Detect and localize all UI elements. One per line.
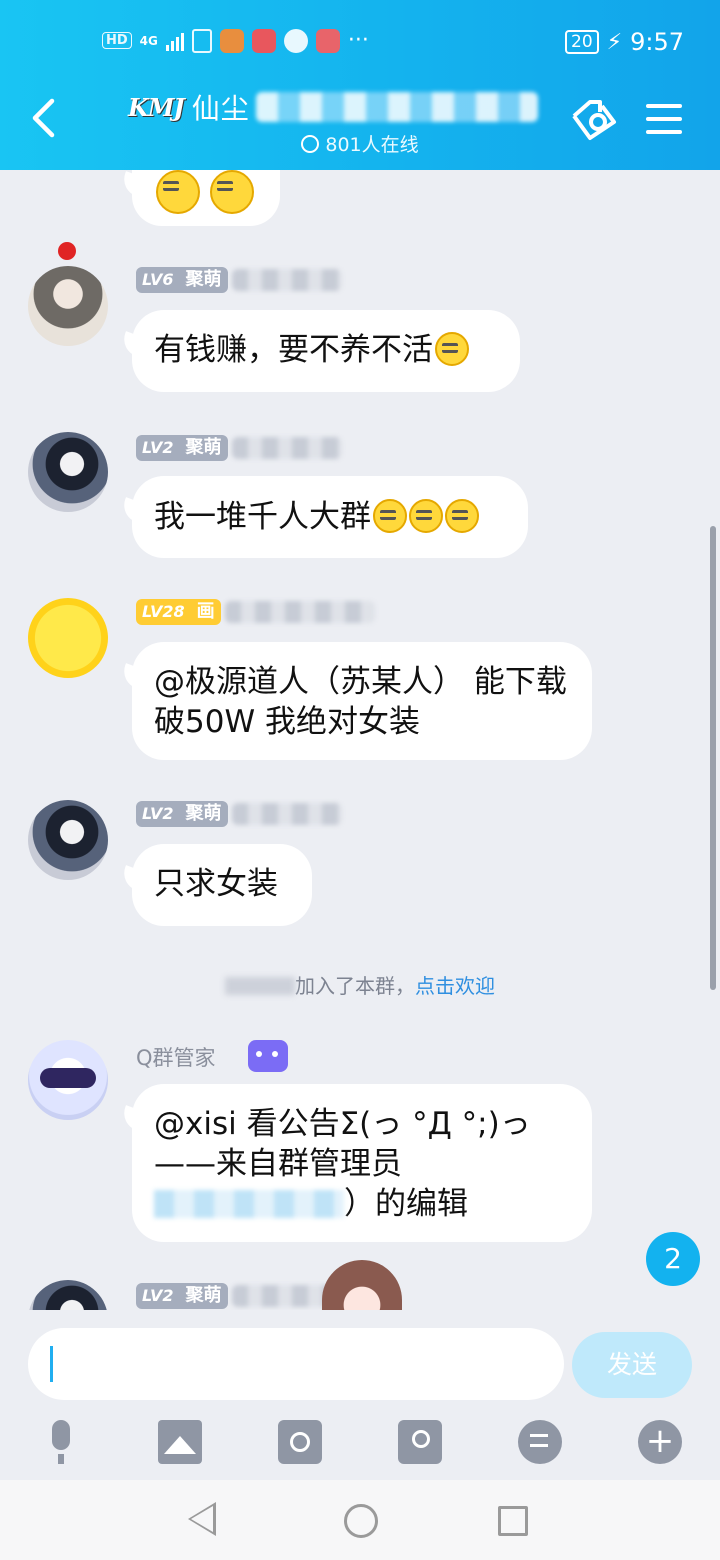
- red-packet-icon[interactable]: [398, 1420, 442, 1464]
- sender-name-row[interactable]: LV28 画: [136, 598, 375, 626]
- message-text: @极源道人（苏某人） 能下载破50W 我绝对女装: [154, 664, 567, 740]
- signal-icon: [165, 31, 184, 51]
- avatar[interactable]: [28, 266, 108, 346]
- book-icon: [315, 28, 340, 53]
- title-badge: 聚萌: [179, 1283, 228, 1309]
- crying-laugh-emoji: [435, 332, 469, 366]
- nickname-blurred: [224, 601, 375, 623]
- bot-avatar[interactable]: [28, 1040, 108, 1120]
- smug-emoji: [210, 170, 254, 214]
- group-logo: KMJ: [128, 92, 185, 122]
- plus-icon[interactable]: +: [638, 1420, 682, 1464]
- title-badge: 聚萌: [179, 435, 228, 461]
- message-bubble[interactable]: 有钱赚，要不养不活: [132, 310, 520, 392]
- message-text: 我一堆千人大群: [154, 499, 371, 535]
- title-badge: 聚萌: [179, 801, 228, 827]
- app-icon-orange: [219, 28, 244, 53]
- scrollbar[interactable]: [710, 526, 716, 990]
- composer-toolbar: +: [0, 1420, 720, 1464]
- composer: 发送 +: [0, 1310, 720, 1480]
- back-triangle-icon[interactable]: [188, 1502, 216, 1536]
- level-badge: LV2: [136, 1283, 180, 1309]
- message-list[interactable]: LV6 聚萌 有钱赚，要不养不活 LV2 聚萌 我一堆千人大群 LV28 画 @…: [0, 170, 720, 1310]
- text-caret: [50, 1346, 53, 1382]
- avatar[interactable]: [28, 598, 108, 678]
- image-icon[interactable]: [158, 1420, 202, 1464]
- camera-icon[interactable]: [278, 1420, 322, 1464]
- message-input[interactable]: [28, 1328, 564, 1400]
- status-time: 9:57: [630, 28, 684, 56]
- mic-icon[interactable]: [40, 1420, 84, 1464]
- sender-name-row[interactable]: LV2 聚萌: [136, 800, 342, 828]
- message-icon: [283, 28, 308, 53]
- unread-badge[interactable]: 2: [646, 1232, 700, 1286]
- sender-name-row[interactable]: LV6 聚萌: [136, 266, 342, 294]
- hd-badge: HD: [102, 32, 132, 49]
- message-bubble[interactable]: @xisi 看公告Σ(っ °Д °;)っ ——来自群管理员 ）的编辑: [132, 1084, 592, 1242]
- level-badge: LV2: [136, 801, 180, 827]
- level-badge: LV6: [136, 267, 180, 293]
- chat-header: HD 4G ··· 20 ⚡ 9:57 KMJ 仙尘 801人在线: [0, 0, 720, 170]
- message-line: ——来自群管理员: [154, 1146, 402, 1182]
- title-badge: 画: [190, 599, 221, 625]
- smug-emoji: [156, 170, 200, 214]
- smug-emoji: [373, 499, 407, 533]
- hourglass-icon: [191, 28, 212, 53]
- battery-icon: 20: [565, 30, 599, 54]
- recent-square-icon[interactable]: [498, 1506, 528, 1536]
- join-notice: 加入了本群，点击欢迎: [0, 970, 720, 999]
- nickname-blurred: [231, 269, 342, 291]
- avatar[interactable]: [28, 1280, 108, 1310]
- group-name-blurred: [255, 92, 538, 122]
- title-badge: 聚萌: [179, 267, 228, 293]
- smug-emoji: [445, 499, 479, 533]
- more-status-icon: ···: [347, 28, 369, 53]
- message-text: 只求女装: [154, 866, 278, 902]
- app-icon-red: [251, 28, 276, 53]
- sender-name[interactable]: Q群管家: [136, 1042, 216, 1072]
- link-icon[interactable]: [568, 98, 618, 142]
- home-circle-icon[interactable]: [344, 1504, 378, 1538]
- group-name: 仙尘: [191, 92, 250, 125]
- avatar[interactable]: [28, 432, 108, 512]
- status-bar: HD 4G ··· 20 ⚡ 9:57: [0, 28, 720, 58]
- robot-icon: [248, 1040, 288, 1072]
- level-badge: LV2: [136, 435, 180, 461]
- status-left: HD 4G ···: [102, 28, 369, 53]
- joined-user-blurred: [225, 977, 295, 995]
- message-text: 有钱赚，要不养不活: [154, 332, 433, 368]
- level-badge: LV28: [136, 599, 191, 625]
- admin-link-blurred[interactable]: [154, 1190, 344, 1218]
- charging-icon: ⚡: [606, 29, 623, 55]
- message-line: @xisi 看公告Σ(っ °Д °;)っ: [154, 1106, 531, 1142]
- welcome-link[interactable]: 点击欢迎: [415, 974, 495, 998]
- message-bubble[interactable]: 我一堆千人大群: [132, 476, 528, 558]
- message-line: ）的编辑: [154, 1184, 570, 1224]
- nickname-blurred: [231, 437, 342, 459]
- system-nav-bar: [0, 1480, 720, 1560]
- message-bubble[interactable]: 只求女装: [132, 844, 312, 926]
- network-type: 4G: [139, 33, 158, 48]
- send-button[interactable]: 发送: [572, 1332, 692, 1398]
- sender-name-row[interactable]: LV2 聚萌: [136, 1282, 342, 1310]
- avatar[interactable]: [28, 800, 108, 880]
- nickname-blurred: [231, 803, 342, 825]
- group-title[interactable]: KMJ 仙尘: [128, 84, 538, 130]
- flower-decoration-icon: [58, 242, 76, 260]
- menu-icon[interactable]: [646, 104, 682, 134]
- status-right: 20 ⚡ 9:57: [565, 28, 684, 56]
- bot-visor: [40, 1068, 96, 1088]
- message-bubble-partial[interactable]: [132, 170, 280, 226]
- online-chevron-icon: [301, 135, 320, 153]
- emoji-icon[interactable]: [518, 1420, 562, 1464]
- anime-sticker[interactable]: [322, 1260, 402, 1310]
- smug-emoji: [409, 499, 443, 533]
- message-bubble[interactable]: @极源道人（苏某人） 能下载破50W 我绝对女装: [132, 642, 592, 760]
- sender-name-row[interactable]: LV2 聚萌: [136, 434, 342, 462]
